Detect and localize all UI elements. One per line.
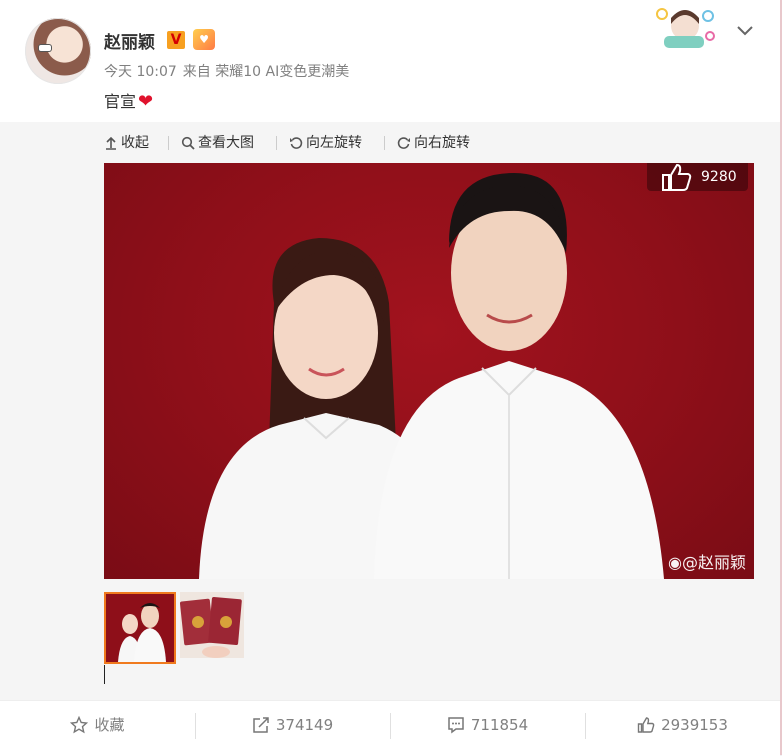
photo-like-badge[interactable]: 9280 — [647, 163, 748, 191]
post-text: 官宣 — [104, 92, 137, 111]
weibo-logo-icon: ◉ — [668, 553, 682, 572]
photo-like-count: 9280 — [701, 169, 737, 185]
rotate-right-icon — [397, 137, 410, 149]
post-meta: 今天 10:07 来自 荣耀10 AI变色更潮美 — [104, 61, 355, 81]
view-large-label: 查看大图 — [198, 135, 254, 151]
media-viewer: 收起 查看大图 向左旋转 向右旋转 9280 ◉@赵丽颖 — [0, 122, 780, 700]
star-icon — [70, 715, 89, 734]
favorite-label: 收藏 — [94, 716, 125, 734]
collapse-label: 收起 — [121, 135, 149, 151]
author-name[interactable]: 赵丽颖 — [104, 28, 155, 53]
thumbnail-2[interactable] — [179, 592, 252, 664]
comment-icon — [448, 717, 464, 734]
repost-count: 374149 — [275, 716, 334, 734]
fan-badge-icon[interactable]: ♥ — [193, 29, 215, 50]
comment-count: 711854 — [470, 716, 529, 734]
post-header: 赵丽颖 V ♥ 今天 10:07 来自 荣耀10 AI变色更潮美 官宣 ❤ — [0, 0, 780, 122]
post-source: 来自 荣耀10 AI变色更潮美 — [182, 64, 350, 80]
post-actions: 收藏 374149 711854 2939153 — [0, 700, 780, 756]
post-content: 官宣 ❤ — [104, 88, 153, 112]
arrow-up-icon — [106, 136, 116, 150]
sticker-icon — [656, 8, 715, 48]
watermark-text: @赵丽颖 — [681, 553, 746, 572]
photo-illustration — [199, 173, 664, 579]
comment-button[interactable]: 711854 — [390, 701, 585, 749]
thumbnail-photo-image — [106, 594, 174, 662]
verified-badge[interactable]: V — [167, 31, 185, 49]
thumbnail-1[interactable] — [104, 592, 176, 664]
toolbar-divider — [384, 136, 385, 150]
toolbar-divider — [168, 136, 169, 150]
search-icon — [181, 136, 195, 150]
photo-watermark: ◉@赵丽颖 — [668, 549, 746, 573]
thumbnail-certificate-image — [179, 592, 244, 658]
favorite-button[interactable]: 收藏 — [0, 701, 195, 749]
heart-emoji-icon: ❤ — [138, 91, 154, 112]
share-icon — [253, 717, 269, 733]
text-cursor — [104, 665, 105, 684]
post-time[interactable]: 今天 10:07 — [104, 64, 177, 80]
rotate-left-button[interactable]: 向左旋转 — [289, 132, 362, 154]
weibo-post-card: 赵丽颖 V ♥ 今天 10:07 来自 荣耀10 AI变色更潮美 官宣❤ 收起 — [0, 0, 782, 756]
toolbar-divider — [276, 136, 277, 150]
avatar[interactable] — [25, 18, 91, 84]
repost-button[interactable]: 374149 — [195, 701, 390, 749]
chevron-down-icon[interactable] — [735, 20, 755, 40]
rotate-right-button[interactable]: 向右旋转 — [397, 132, 470, 154]
collapse-button[interactable]: 收起 — [104, 132, 149, 154]
view-large-button[interactable]: 查看大图 — [181, 132, 254, 154]
main-photo[interactable]: 9280 ◉@赵丽颖 — [104, 163, 754, 579]
thumbs-up-icon — [662, 163, 692, 191]
thumbs-up-icon — [637, 717, 655, 733]
rotate-left-icon — [290, 137, 303, 149]
rotate-right-label: 向右旋转 — [414, 135, 470, 151]
like-button[interactable]: 2939153 — [585, 701, 780, 749]
like-count: 2939153 — [661, 716, 728, 734]
rotate-left-label: 向左旋转 — [306, 135, 362, 151]
